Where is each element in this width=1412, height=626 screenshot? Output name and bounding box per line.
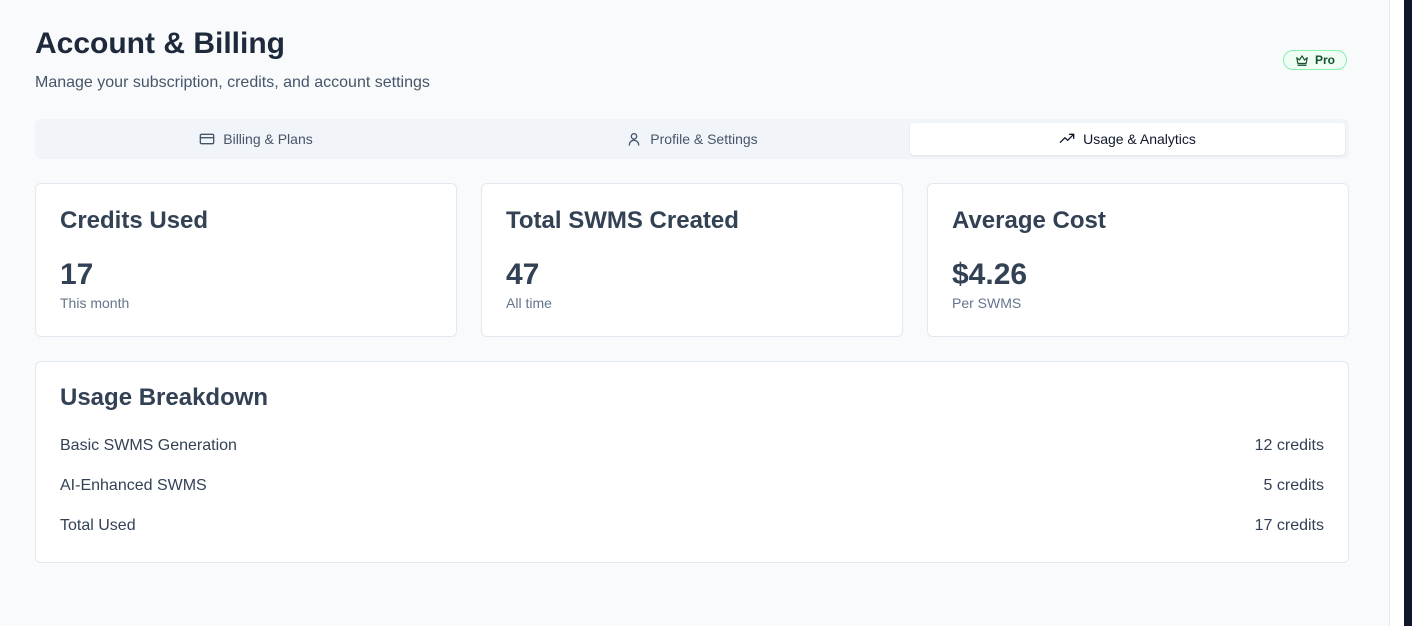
- crown-icon: [1295, 53, 1309, 67]
- page-title: Account & Billing: [35, 27, 285, 60]
- breakdown-row: AI-Enhanced SWMS 5 credits: [60, 475, 1324, 497]
- stat-card-average-cost: Average Cost $4.26 Per SWMS: [927, 183, 1349, 337]
- window-edge: [1404, 0, 1412, 626]
- tab-label: Profile & Settings: [650, 131, 758, 147]
- breakdown-row-label: Total Used: [60, 517, 136, 534]
- breakdown-row: Total Used 17 credits: [60, 515, 1324, 537]
- stat-card-value: $4.26: [952, 258, 1028, 291]
- credit-card-icon: [199, 131, 215, 147]
- stat-card-value: 17: [60, 258, 94, 291]
- breakdown-row-value: 17 credits: [1254, 517, 1324, 534]
- stat-card-value: 47: [506, 258, 540, 291]
- tab-list: Billing & Plans Profile & Settings Usage…: [35, 119, 1349, 159]
- breakdown-row-value: 12 credits: [1254, 437, 1324, 454]
- stat-card-caption: Per SWMS: [952, 295, 1022, 311]
- plan-badge: Pro: [1283, 50, 1347, 70]
- stat-card-total-swms: Total SWMS Created 47 All time: [481, 183, 903, 337]
- usage-breakdown-title: Usage Breakdown: [60, 384, 269, 411]
- stat-card-title: Credits Used: [60, 207, 209, 234]
- page-subtitle: Manage your subscription, credits, and a…: [35, 74, 430, 91]
- account-billing-page: Account & Billing Manage your subscripti…: [0, 0, 1389, 626]
- tab-profile-settings[interactable]: Profile & Settings: [477, 123, 907, 155]
- stat-card-credits-used: Credits Used 17 This month: [35, 183, 457, 337]
- stat-card-caption: All time: [506, 295, 552, 311]
- breakdown-row-label: AI-Enhanced SWMS: [60, 477, 207, 494]
- stat-card-title: Average Cost: [952, 207, 1106, 234]
- usage-breakdown-card: Usage Breakdown Basic SWMS Generation 12…: [35, 361, 1349, 563]
- tab-label: Usage & Analytics: [1083, 131, 1196, 147]
- breakdown-row: Basic SWMS Generation 12 credits: [60, 435, 1324, 457]
- tab-usage-analytics[interactable]: Usage & Analytics: [910, 123, 1345, 155]
- trending-up-icon: [1059, 131, 1075, 147]
- stat-card-caption: This month: [60, 295, 130, 311]
- tab-label: Billing & Plans: [223, 131, 313, 147]
- plan-badge-label: Pro: [1314, 53, 1335, 67]
- tab-billing-plans[interactable]: Billing & Plans: [39, 123, 473, 155]
- stat-card-title: Total SWMS Created: [506, 207, 739, 234]
- user-icon: [626, 131, 642, 147]
- breakdown-row-label: Basic SWMS Generation: [60, 437, 237, 454]
- scrollbar-track[interactable]: [1390, 0, 1404, 626]
- breakdown-row-value: 5 credits: [1263, 477, 1324, 494]
